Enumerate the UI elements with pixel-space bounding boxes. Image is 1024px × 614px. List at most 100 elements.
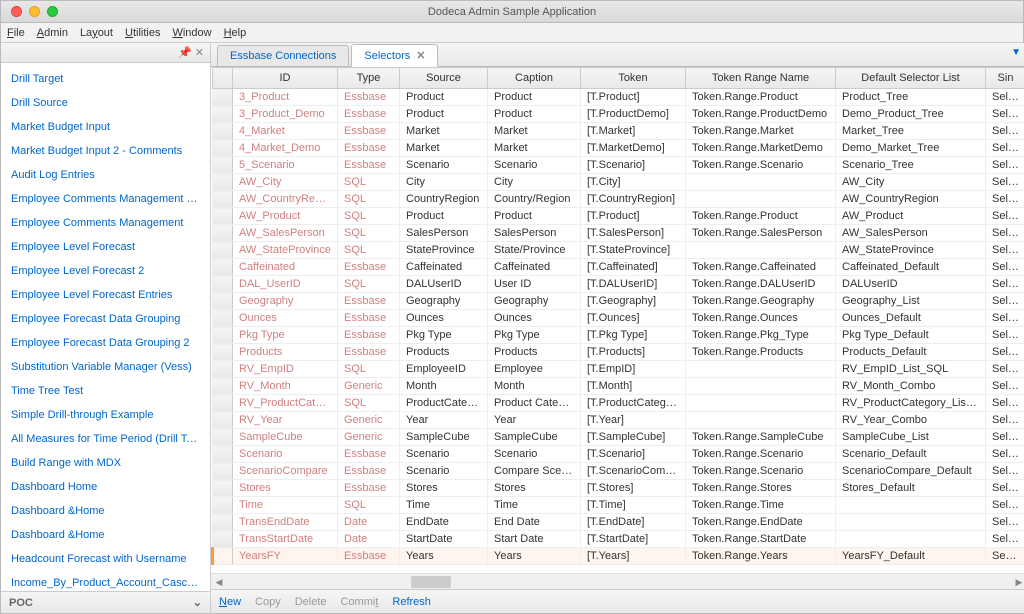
cell-single[interactable]: Select a (986, 191, 1024, 208)
col-caption[interactable]: Caption (488, 68, 581, 89)
table-row[interactable]: ScenarioEssbaseScenarioScenario[T.Scenar… (213, 446, 1024, 463)
cell-token-range[interactable] (686, 412, 836, 429)
cell-caption[interactable]: Ounces (488, 310, 581, 327)
cell-token[interactable]: [T.Geography] (581, 293, 686, 310)
cell-caption[interactable]: Product (488, 208, 581, 225)
tabs-dropdown-icon[interactable]: ▼ (1011, 47, 1021, 58)
cell-token-range[interactable]: Token.Range.SalesPerson (686, 225, 836, 242)
cell-token-range[interactable]: Token.Range.Time (686, 497, 836, 514)
cell-caption[interactable]: Employee (488, 361, 581, 378)
cell-default-selector[interactable]: DALUserID (836, 276, 986, 293)
cell-id[interactable]: Caffeinated (233, 259, 338, 276)
cell-source[interactable]: Scenario (400, 463, 488, 480)
cell-single[interactable]: Select a (986, 327, 1024, 344)
cell-single[interactable]: Select a (986, 548, 1024, 565)
row-handle-header[interactable] (213, 68, 233, 89)
menu-admin[interactable]: Admin (37, 27, 68, 39)
table-row[interactable]: TransStartDateDateStartDateStart Date[T.… (213, 531, 1024, 548)
cell-caption[interactable]: Time (488, 497, 581, 514)
cell-caption[interactable]: Pkg Type (488, 327, 581, 344)
table-row[interactable]: OuncesEssbaseOuncesOunces[T.Ounces]Token… (213, 310, 1024, 327)
cell-caption[interactable]: Stores (488, 480, 581, 497)
cell-caption[interactable]: Years (488, 548, 581, 565)
cell-source[interactable]: SalesPerson (400, 225, 488, 242)
cell-single[interactable]: Select a (986, 361, 1024, 378)
cell-single[interactable]: Select a (986, 276, 1024, 293)
cell-single[interactable]: Select a (986, 395, 1024, 412)
col-single[interactable]: Sin (986, 68, 1024, 89)
cell-default-selector[interactable]: Ounces_Default (836, 310, 986, 327)
row-handle[interactable] (213, 463, 233, 480)
scroll-thumb[interactable] (411, 576, 451, 588)
table-row[interactable]: ProductsEssbaseProductsProducts[T.Produc… (213, 344, 1024, 361)
cell-id[interactable]: SampleCube (233, 429, 338, 446)
cell-source[interactable]: Products (400, 344, 488, 361)
row-handle[interactable] (213, 242, 233, 259)
table-row[interactable]: SampleCubeGenericSampleCubeSampleCube[T.… (213, 429, 1024, 446)
cell-single[interactable]: Select a (986, 497, 1024, 514)
horizontal-scrollbar[interactable]: ◀ ▶ (211, 573, 1024, 589)
cell-type[interactable]: SQL (338, 191, 400, 208)
row-handle[interactable] (213, 89, 233, 106)
cell-id[interactable]: Stores (233, 480, 338, 497)
table-row[interactable]: StoresEssbaseStoresStores[T.Stores]Token… (213, 480, 1024, 497)
row-handle[interactable] (213, 446, 233, 463)
cell-token-range[interactable]: Token.Range.StartDate (686, 531, 836, 548)
cell-caption[interactable]: Geography (488, 293, 581, 310)
cell-default-selector[interactable]: RV_Month_Combo (836, 378, 986, 395)
cell-id[interactable]: 3_Product_Demo (233, 106, 338, 123)
cell-single[interactable]: Select a (986, 446, 1024, 463)
cell-token-range[interactable]: Token.Range.Caffeinated (686, 259, 836, 276)
col-source[interactable]: Source (400, 68, 488, 89)
table-row[interactable]: ScenarioCompareEssbaseScenarioCompare Sc… (213, 463, 1024, 480)
col-token-range[interactable]: Token Range Name (686, 68, 836, 89)
cell-id[interactable]: Geography (233, 293, 338, 310)
cell-source[interactable]: Pkg Type (400, 327, 488, 344)
cell-default-selector[interactable]: Scenario_Default (836, 446, 986, 463)
row-handle[interactable] (213, 140, 233, 157)
cell-token-range[interactable]: Token.Range.MarketDemo (686, 140, 836, 157)
close-window-icon[interactable] (11, 6, 22, 17)
cell-default-selector[interactable]: SampleCube_List (836, 429, 986, 446)
sidebar-item[interactable]: Employee Forecast Data Grouping 2 (1, 331, 210, 355)
row-handle[interactable] (213, 174, 233, 191)
cell-single[interactable]: Select a (986, 480, 1024, 497)
cell-type[interactable]: SQL (338, 497, 400, 514)
cell-token[interactable]: [T.City] (581, 174, 686, 191)
cell-single[interactable]: Select a (986, 106, 1024, 123)
cell-type[interactable]: Generic (338, 412, 400, 429)
cell-caption[interactable]: Market (488, 140, 581, 157)
table-row[interactable]: CaffeinatedEssbaseCaffeinatedCaffeinated… (213, 259, 1024, 276)
row-handle[interactable] (213, 157, 233, 174)
cell-default-selector[interactable]: AW_SalesPerson (836, 225, 986, 242)
cell-type[interactable]: Essbase (338, 123, 400, 140)
cell-source[interactable]: Geography (400, 293, 488, 310)
table-row[interactable]: AW_SalesPersonSQLSalesPersonSalesPerson[… (213, 225, 1024, 242)
cell-default-selector[interactable]: AW_Product (836, 208, 986, 225)
cell-caption[interactable]: Scenario (488, 446, 581, 463)
cell-token[interactable]: [T.ProductCategory] (581, 395, 686, 412)
cell-source[interactable]: StateProvince (400, 242, 488, 259)
sidebar-item[interactable]: Employee Forecast Data Grouping (1, 307, 210, 331)
col-type[interactable]: Type (338, 68, 400, 89)
cell-token-range[interactable]: Token.Range.Products (686, 344, 836, 361)
cell-source[interactable]: Product (400, 106, 488, 123)
cell-single[interactable]: Select a (986, 89, 1024, 106)
sidebar-item[interactable]: Simple Drill-through Example (1, 403, 210, 427)
cell-token-range[interactable] (686, 395, 836, 412)
cell-id[interactable]: TransEndDate (233, 514, 338, 531)
cell-token[interactable]: [T.Pkg Type] (581, 327, 686, 344)
cell-caption[interactable]: Caffeinated (488, 259, 581, 276)
cell-type[interactable]: Essbase (338, 293, 400, 310)
table-row[interactable]: 4_MarketEssbaseMarketMarket[T.Market]Tok… (213, 123, 1024, 140)
cell-default-selector[interactable]: Caffeinated_Default (836, 259, 986, 276)
close-icon[interactable]: ✕ (416, 49, 425, 62)
cell-single[interactable]: Select a (986, 310, 1024, 327)
cell-type[interactable]: Generic (338, 378, 400, 395)
cell-caption[interactable]: Year (488, 412, 581, 429)
cell-caption[interactable]: Product Category (488, 395, 581, 412)
cell-token[interactable]: [T.Scenario] (581, 157, 686, 174)
row-handle[interactable] (213, 208, 233, 225)
cell-single[interactable]: Select a (986, 123, 1024, 140)
new-button[interactable]: New (219, 596, 241, 608)
